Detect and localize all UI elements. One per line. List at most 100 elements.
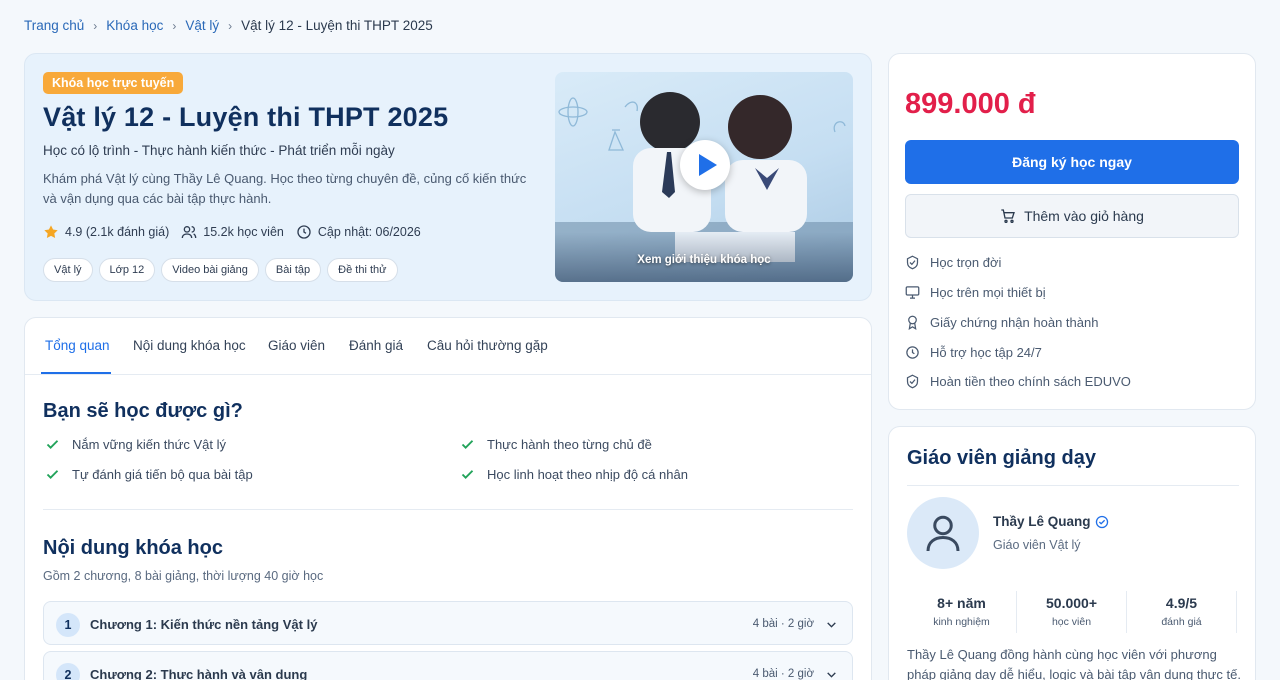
check-icon xyxy=(461,470,474,479)
learn-item-text: Thực hành theo từng chủ đề xyxy=(487,437,652,452)
play-icon[interactable] xyxy=(680,140,730,190)
teacher-heading: Giáo viên giảng dạy xyxy=(907,447,1096,469)
teacher-name-row[interactable]: Thầy Lê Quang xyxy=(993,514,1109,529)
breadcrumb-current: Vật lý 12 - Luyện thi THPT 2025 xyxy=(241,18,433,33)
purchase-card: 899.000 đ Đăng ký học ngay Thêm vào giỏ … xyxy=(888,53,1256,410)
avatar xyxy=(907,497,979,569)
chapter-accordion[interactable]: 2 Chương 2: Thực hành và vận dụng 4 bài … xyxy=(43,651,853,680)
user-icon xyxy=(926,515,960,552)
updated-text: Cập nhật: 06/2026 xyxy=(317,225,421,239)
clock-icon xyxy=(906,346,919,359)
teacher-role: Giáo viên Vật lý xyxy=(993,538,1081,552)
chapter-number: 2 xyxy=(56,663,80,680)
teacher-card: Giáo viên giảng dạy Thầy Lê Quang Giáo v… xyxy=(888,426,1256,680)
updated-stat: Cập nhật: 06/2026 xyxy=(296,224,421,240)
content-tabs: Tổng quan Nội dung khóa học Giáo viên Đá… xyxy=(25,318,871,375)
intro-video[interactable]: Xem giới thiệu khóa học xyxy=(555,72,853,282)
chapter-number: 1 xyxy=(56,613,80,637)
teacher-stat: 8+ năm kinh nghiệm xyxy=(907,591,1017,633)
breadcrumb-home[interactable]: Trang chủ xyxy=(24,18,84,33)
learn-title: Bạn sẽ học được gì? xyxy=(43,400,243,422)
video-caption: Xem giới thiệu khóa học xyxy=(637,254,771,266)
rating-text: 4.9 (2.1k đánh giá) xyxy=(65,225,170,239)
tag-chip[interactable]: Video bài giảng xyxy=(161,258,259,282)
section-divider xyxy=(907,485,1239,486)
add-to-cart-label: Thêm vào giỏ hàng xyxy=(1024,208,1144,224)
tag-chip[interactable]: Bài tập xyxy=(264,258,322,282)
chevron-right-icon: › xyxy=(228,18,233,33)
breadcrumb-subject[interactable]: Vật lý xyxy=(185,18,219,33)
stat-label: học viên xyxy=(1051,616,1092,628)
learn-item: Thực hành theo từng chủ đề xyxy=(460,437,652,452)
enroll-button[interactable]: Đăng ký học ngay xyxy=(905,140,1239,184)
teacher-stats: 8+ năm kinh nghiệm 50.000+ học viên 4.9/… xyxy=(907,591,1239,633)
course-type-badge: Khóa học trực tuyến xyxy=(43,72,184,94)
teacher-stat: 4.9/5 đánh giá xyxy=(1127,591,1237,633)
course-description: Khám phá Vật lý cùng Thầy Lê Quang. Học … xyxy=(43,171,527,206)
check-icon xyxy=(461,440,474,449)
tag-chip[interactable]: Vật lý xyxy=(43,258,93,282)
monitor-icon xyxy=(905,286,920,299)
shield-check-icon xyxy=(906,374,919,389)
teacher-name[interactable]: Thầy Lê Quang xyxy=(993,514,1091,529)
chapter-title: Chương 2: Thực hành và vận dụng xyxy=(90,667,308,680)
teacher-stat: 50.000+ học viên xyxy=(1017,591,1127,633)
star-icon xyxy=(44,225,58,238)
award-icon xyxy=(908,315,917,330)
chapter-title: Chương 1: Kiến thức nền tảng Vật lý xyxy=(90,617,318,632)
chapter-meta: 4 bài · 2 giờ xyxy=(752,668,814,680)
tab-teacher[interactable]: Giáo viên xyxy=(268,338,325,353)
feature-item: Học trọn đời xyxy=(905,255,1001,270)
stat-label: kinh nghiệm xyxy=(933,616,990,628)
tag-chip[interactable]: Lớp 12 xyxy=(98,258,156,282)
chevron-down-icon[interactable] xyxy=(825,668,838,680)
learn-item-text: Tự đánh giá tiến bộ qua bài tập xyxy=(72,467,253,482)
learn-item-text: Nắm vững kiến thức Vật lý xyxy=(72,437,226,452)
tab-overview[interactable]: Tổng quan xyxy=(45,338,110,353)
learn-item-text: Học linh hoạt theo nhịp độ cá nhân xyxy=(487,467,688,482)
learn-item: Học linh hoạt theo nhịp độ cá nhân xyxy=(460,467,688,482)
curriculum-title: Nội dung khóa học xyxy=(43,537,223,559)
course-stats: 4.9 (2.1k đánh giá) 15.2k học viên Cập n… xyxy=(43,224,433,240)
learn-item: Nắm vững kiến thức Vật lý xyxy=(45,437,226,452)
stat-label: đánh giá xyxy=(1161,616,1202,628)
course-title: Vật lý 12 - Luyện thi THPT 2025 xyxy=(43,102,449,132)
feature-item: Giấy chứng nhận hoàn thành xyxy=(905,315,1098,330)
clock-icon xyxy=(297,225,311,239)
course-tags: Vật lý Lớp 12 Video bài giảng Bài tập Đề… xyxy=(43,258,404,282)
chevron-right-icon: › xyxy=(93,18,98,33)
chapter-accordion[interactable]: 1 Chương 1: Kiến thức nền tảng Vật lý 4 … xyxy=(43,601,853,645)
shield-check-icon xyxy=(906,255,919,270)
chapter-meta: 4 bài · 2 giờ xyxy=(752,618,814,630)
course-hero: Khóa học trực tuyến Vật lý 12 - Luyện th… xyxy=(24,53,872,301)
course-content: Tổng quan Nội dung khóa học Giáo viên Đá… xyxy=(24,317,872,680)
section-divider xyxy=(43,509,853,510)
tag-chip[interactable]: Đề thi thử xyxy=(327,258,398,282)
teacher-bio: Thầy Lê Quang đồng hành cùng học viên vớ… xyxy=(907,647,1241,680)
tab-curriculum[interactable]: Nội dung khóa học xyxy=(133,338,246,353)
check-icon xyxy=(46,470,59,479)
students-text: 15.2k học viên xyxy=(203,225,284,239)
course-price: 899.000 đ xyxy=(905,88,1036,120)
tab-reviews[interactable]: Đánh giá xyxy=(349,338,403,353)
stat-value: 4.9/5 xyxy=(1165,595,1198,611)
check-icon xyxy=(46,440,59,449)
tab-faq[interactable]: Câu hỏi thường gặp xyxy=(427,338,548,353)
chevron-down-icon[interactable] xyxy=(825,618,838,631)
breadcrumb: Trang chủ › Khóa học › Vật lý › Vật lý 1… xyxy=(24,18,433,33)
stat-value: 50.000+ xyxy=(1046,595,1097,611)
curriculum-summary: Gồm 2 chương, 8 bài giảng, thời lượng 40… xyxy=(43,569,324,583)
feature-item: Hỗ trợ học tập 24/7 xyxy=(905,345,1042,360)
stat-value: 8+ năm xyxy=(937,595,986,611)
cart-icon xyxy=(1001,209,1015,223)
course-subtitle: Học có lộ trình - Thực hành kiến thức - … xyxy=(43,143,395,158)
students-stat: 15.2k học viên xyxy=(181,224,284,240)
chevron-right-icon: › xyxy=(172,18,177,33)
rating-stat: 4.9 (2.1k đánh giá) xyxy=(43,224,169,240)
add-to-cart-button[interactable]: Thêm vào giỏ hàng xyxy=(905,194,1239,238)
verified-icon xyxy=(1095,515,1108,528)
active-tab-indicator xyxy=(41,372,111,374)
learn-item: Tự đánh giá tiến bộ qua bài tập xyxy=(45,467,253,482)
users-icon xyxy=(181,226,197,239)
breadcrumb-courses[interactable]: Khóa học xyxy=(106,18,163,33)
